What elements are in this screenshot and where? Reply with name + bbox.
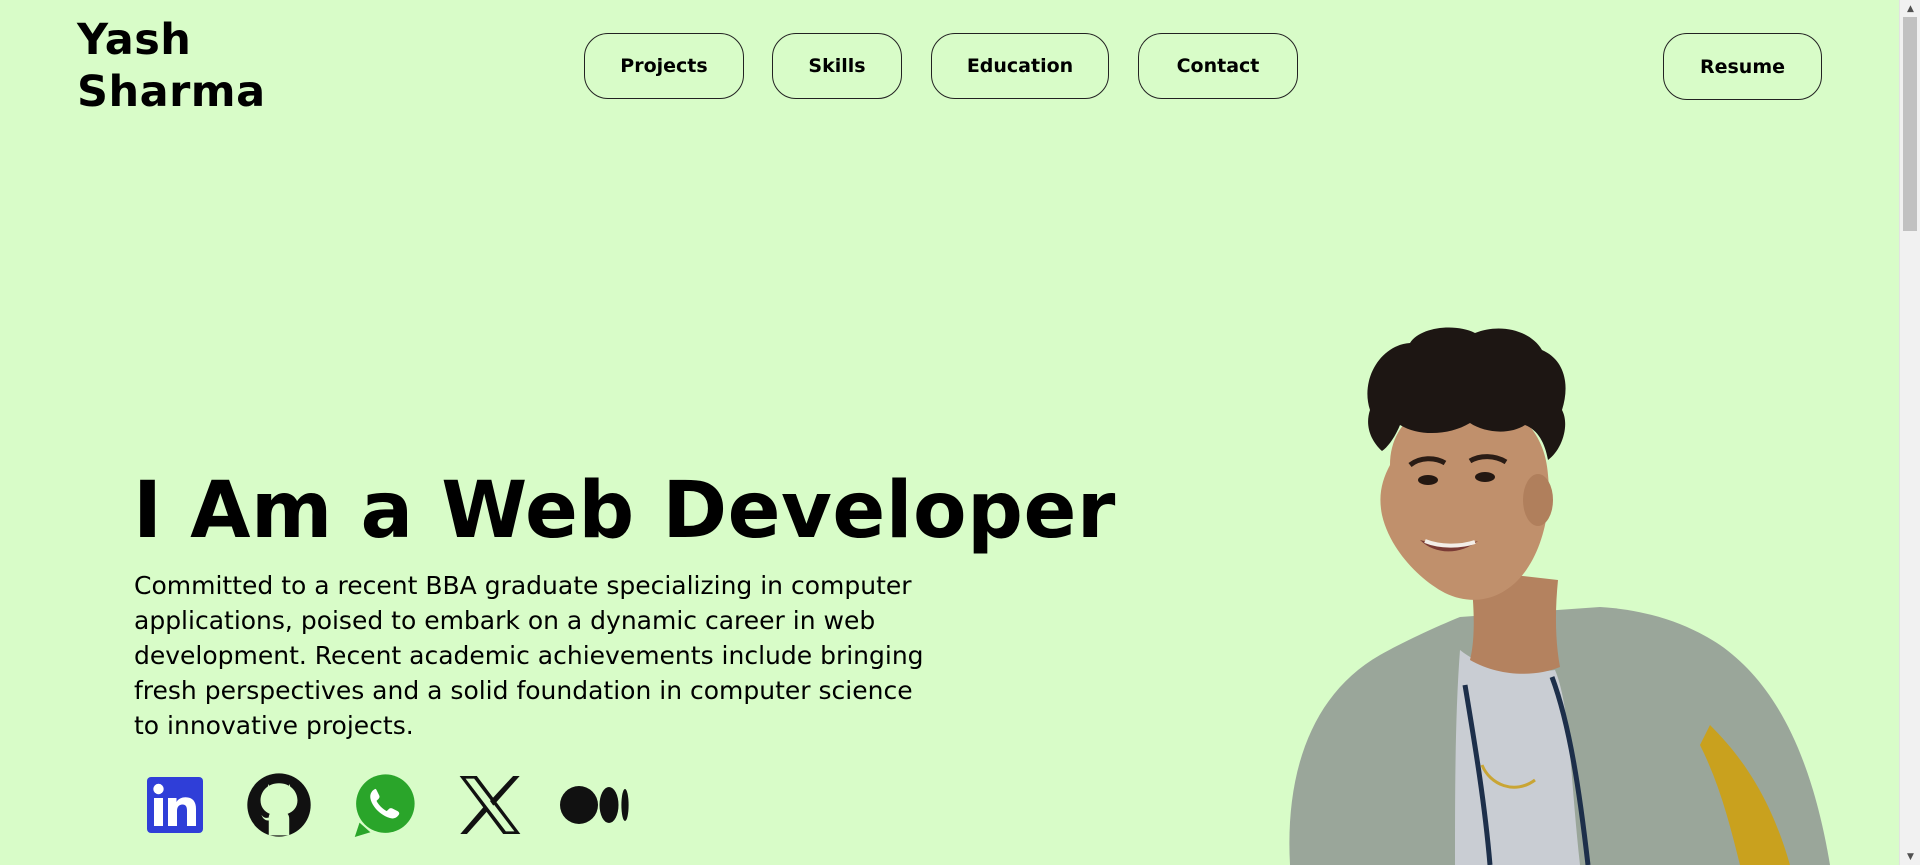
profile-photo [1289, 327, 1830, 865]
page: Yash Sharma Projects Skills Education Co… [0, 0, 1899, 865]
github-icon [247, 773, 311, 837]
brand-first-name: Yash [77, 15, 192, 65]
whatsapp-link[interactable] [349, 770, 419, 840]
github-link[interactable] [243, 770, 315, 840]
brand-logo[interactable]: Yash Sharma [77, 14, 266, 118]
hero-title: I Am a Web Developer [133, 466, 1116, 556]
x-link[interactable] [455, 770, 525, 840]
page-scrollbar[interactable]: ▲ ▼ [1899, 0, 1920, 865]
whatsapp-icon [354, 774, 415, 837]
nav-projects-button[interactable]: Projects [584, 33, 744, 99]
resume-button[interactable]: Resume [1663, 33, 1822, 100]
scroll-thumb[interactable] [1903, 17, 1917, 231]
scroll-up-arrow-icon[interactable]: ▲ [1900, 0, 1920, 17]
scroll-down-arrow-icon[interactable]: ▼ [1900, 848, 1920, 865]
linkedin-link[interactable] [140, 770, 210, 840]
medium-link[interactable] [555, 770, 635, 840]
x-icon [459, 775, 521, 835]
hero-description: Committed to a recent BBA graduate speci… [134, 571, 924, 740]
brand-last-name: Sharma [77, 67, 266, 117]
linkedin-icon [147, 777, 203, 833]
medium-icon [560, 786, 629, 824]
nav-skills-button[interactable]: Skills [772, 33, 902, 99]
nav-contact-button[interactable]: Contact [1138, 33, 1298, 99]
nav-education-button[interactable]: Education [931, 33, 1109, 99]
